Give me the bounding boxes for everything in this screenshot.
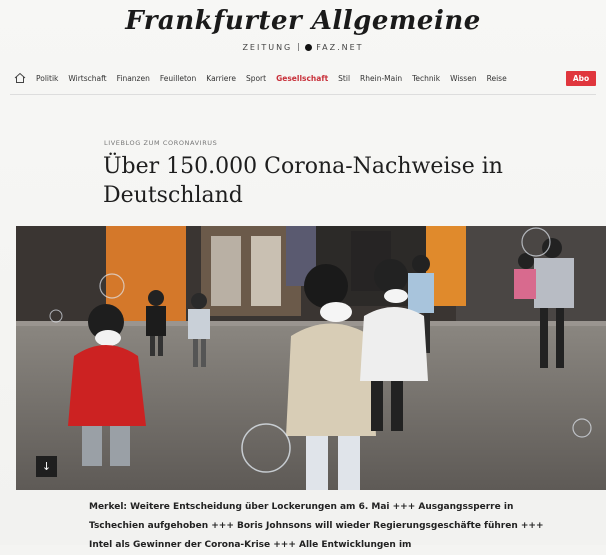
nav-item-gesellschaft[interactable]: Gesellschaft bbox=[276, 74, 328, 83]
article-teaser[interactable]: Merkel: Weitere Entscheidung über Locker… bbox=[89, 498, 559, 555]
nav-item-sport[interactable]: Sport bbox=[246, 74, 266, 83]
main-navigation: Politik Wirtschaft Finanzen Feuilleton Karri… bbox=[10, 68, 606, 90]
nav-item-politik[interactable]: Politik bbox=[36, 74, 58, 83]
article-photo[interactable]: ↓ bbox=[16, 226, 606, 490]
article-headline[interactable]: Über 150.000 Corona-Nachweise in Deutsch… bbox=[103, 152, 523, 210]
nav-item-rhein-main[interactable]: Rhein-Main bbox=[360, 74, 402, 83]
home-icon[interactable] bbox=[14, 72, 26, 84]
nav-item-reise[interactable]: Reise bbox=[487, 74, 507, 83]
masthead-subline: ZEITUNG FAZ.NET bbox=[0, 43, 606, 52]
article-kicker[interactable]: LIVEBLOG ZUM CORONAVIRUS bbox=[104, 139, 217, 147]
masthead-divider bbox=[298, 43, 300, 51]
nav-items: Politik Wirtschaft Finanzen Feuilleton Karri… bbox=[36, 74, 517, 83]
masthead-faznet: FAZ.NET bbox=[316, 43, 364, 52]
abo-button[interactable]: Abo bbox=[566, 71, 596, 86]
scroll-down-button[interactable]: ↓ bbox=[36, 456, 57, 477]
nav-item-technik[interactable]: Technik bbox=[412, 74, 440, 83]
masthead-zeitung: ZEITUNG bbox=[242, 43, 293, 52]
nav-item-wissen[interactable]: Wissen bbox=[450, 74, 477, 83]
faz-dot-icon bbox=[305, 44, 313, 51]
nav-item-stil[interactable]: Stil bbox=[338, 74, 350, 83]
nav-item-finanzen[interactable]: Finanzen bbox=[117, 74, 150, 83]
site-logo[interactable]: Frankfurter Allgemeine bbox=[0, 6, 606, 36]
masthead: Frankfurter Allgemeine ZEITUNG FAZ.NET bbox=[0, 0, 606, 62]
nav-item-wirtschaft[interactable]: Wirtschaft bbox=[68, 74, 106, 83]
nav-item-feuilleton[interactable]: Feuilleton bbox=[160, 74, 196, 83]
browser-page: Frankfurter Allgemeine ZEITUNG FAZ.NET Po… bbox=[0, 0, 606, 550]
nav-divider bbox=[10, 94, 596, 95]
nav-item-karriere[interactable]: Karriere bbox=[206, 74, 236, 83]
